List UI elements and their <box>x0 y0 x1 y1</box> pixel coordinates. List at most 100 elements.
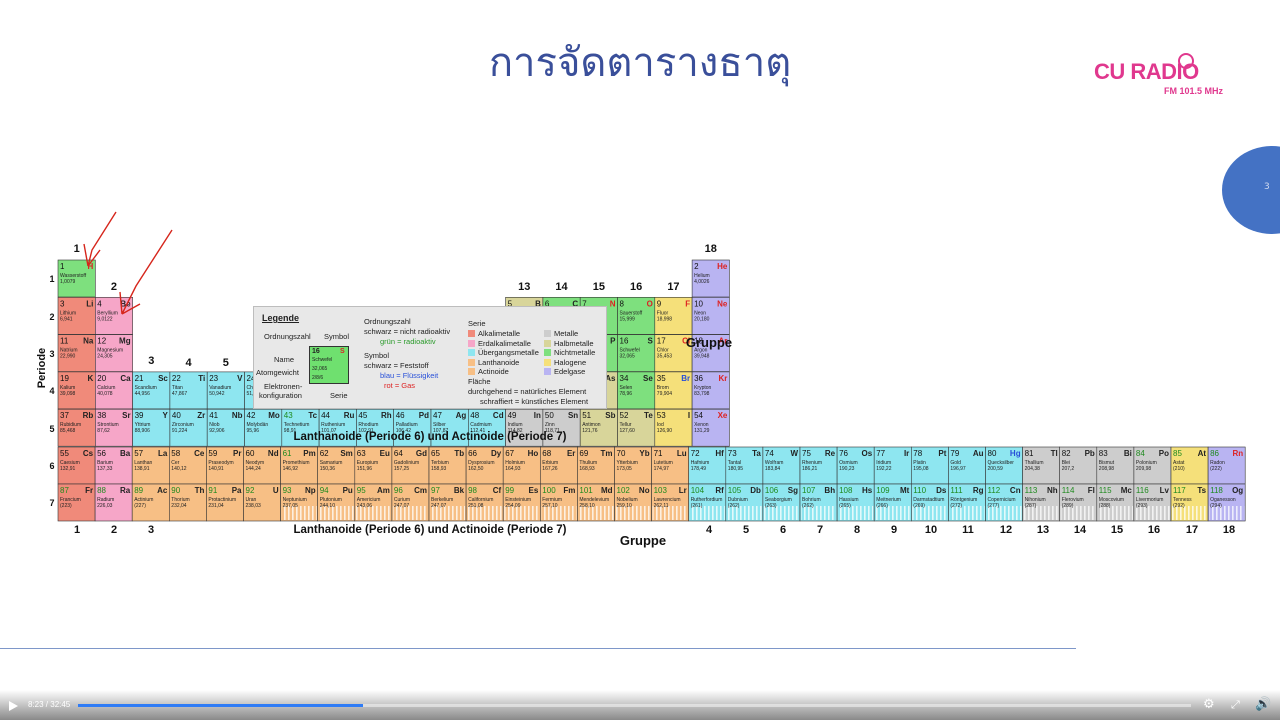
element-mass: 157,25 <box>394 466 410 472</box>
element-mass: 173,05 <box>617 466 633 472</box>
sample-mass: 32,065 <box>312 366 328 372</box>
element-mass: 20,180 <box>694 316 710 322</box>
group-number-top: 4 <box>185 357 192 369</box>
element-symbol: Ts <box>1197 486 1206 495</box>
element-number: 45 <box>358 411 367 420</box>
element-number: 21 <box>135 374 144 383</box>
element-number: 60 <box>246 449 255 458</box>
element-mass: (222) <box>1210 466 1222 472</box>
element-number: 52 <box>620 411 629 420</box>
element-symbol: Po <box>1159 449 1169 458</box>
element-mass: 146,92 <box>283 466 299 472</box>
group-number-bottom: 2 <box>111 524 117 536</box>
progress-bar[interactable] <box>78 704 1191 707</box>
element-symbol: Rg <box>973 486 984 495</box>
element-symbol: Tl <box>1051 449 1058 458</box>
element-mass: 168,93 <box>579 466 595 472</box>
element-number: 1 <box>60 262 65 271</box>
element-number: 39 <box>135 411 144 420</box>
legend-flaeche-heading: Fläche <box>468 377 491 386</box>
element-number: 83 <box>1099 449 1108 458</box>
element-mass: 126,90 <box>657 428 673 434</box>
element-symbol: Lv <box>1160 486 1170 495</box>
legend-series-label: Übergangsmetalle <box>478 348 539 357</box>
element-mass: 138,91 <box>134 466 150 472</box>
element-number: 95 <box>357 486 366 495</box>
element-symbol: Gd <box>416 449 427 458</box>
element-number: 12 <box>97 337 106 346</box>
element-symbol: Ru <box>344 411 355 420</box>
element-mass: 195,08 <box>913 466 929 472</box>
element-symbol: Eu <box>380 449 390 458</box>
fullscreen-icon[interactable]: ⤢ <box>1231 698 1240 712</box>
element-number: 80 <box>988 449 997 458</box>
legend-swatch <box>468 330 475 337</box>
element-mass: 35,453 <box>657 354 673 360</box>
group-number-bottom: 4 <box>706 524 713 536</box>
element-mass: 262,11 <box>654 503 669 509</box>
legend-series-item: Alkalimetalle <box>468 329 520 338</box>
element-symbol: Rf <box>715 486 724 495</box>
element-number: 44 <box>321 411 330 420</box>
group-number-bottom: 15 <box>1111 524 1123 536</box>
element-number: 94 <box>320 486 329 495</box>
period-number: 1 <box>49 274 54 284</box>
element-number: 73 <box>728 449 737 458</box>
element-symbol: Re <box>825 449 836 458</box>
element-number: 10 <box>694 299 703 308</box>
element-mass: 15,999 <box>620 316 636 322</box>
element-symbol: Ra <box>120 486 131 495</box>
group-number-bottom: 11 <box>962 524 974 536</box>
legend-series-item: Nichtmetalle <box>544 348 595 357</box>
element-symbol: At <box>1198 449 1207 458</box>
element-mass: (293) <box>1136 503 1148 509</box>
element-symbol: K <box>88 374 94 383</box>
element-number: 118 <box>1210 486 1223 495</box>
element-mass: 22,990 <box>60 354 76 360</box>
group-number-top: 16 <box>630 281 642 293</box>
element-symbol: Fr <box>85 486 93 495</box>
element-mass: (288) <box>1099 503 1111 509</box>
element-mass: 131,29 <box>694 428 710 434</box>
element-number: 38 <box>97 411 106 420</box>
element-mass: 209,98 <box>1136 466 1152 472</box>
element-number: 96 <box>394 486 403 495</box>
legend-flaeche-hatched: schraffiert = künstliches Element <box>480 397 589 406</box>
element-symbol: He <box>717 262 728 271</box>
play-icon[interactable] <box>9 701 18 711</box>
element-number: 105 <box>728 486 742 495</box>
element-number: 104 <box>691 486 705 495</box>
element-number: 49 <box>508 411 517 420</box>
element-symbol: Rb <box>83 411 94 420</box>
element-mass: 9,0122 <box>97 316 113 322</box>
volume-icon[interactable]: 🔊 <box>1255 698 1271 712</box>
element-mass: 24,305 <box>97 354 113 360</box>
element-symbol: Se <box>643 374 653 383</box>
gruppe-label-bottom: Gruppe <box>620 533 666 548</box>
element-number: 87 <box>60 486 69 495</box>
element-mass: 200,59 <box>988 466 1004 472</box>
element-symbol: Ho <box>528 449 539 458</box>
element-number: 113 <box>1025 486 1038 495</box>
legend-ordnungszahl-label: Ordnungszahl <box>264 332 311 341</box>
settings-icon[interactable]: ⚙ <box>1203 698 1215 712</box>
element-symbol: Nb <box>232 411 243 420</box>
element-symbol: Y <box>163 411 169 420</box>
element-number: 69 <box>579 449 588 458</box>
element-symbol: Ba <box>120 449 131 458</box>
element-mass: 158,93 <box>431 466 447 472</box>
legend-sym-red: rot = Gas <box>384 381 416 390</box>
element-symbol: Hg <box>1010 449 1021 458</box>
element-number: 8 <box>620 299 625 308</box>
element-symbol: Os <box>862 449 873 458</box>
legend-series-label: Halogene <box>554 357 587 367</box>
element-mass: 40,078 <box>97 391 113 397</box>
element-mass: 237,05 <box>283 503 299 509</box>
legend-konfiguration-label: konfiguration <box>259 391 302 400</box>
group-number-top: 1 <box>74 243 80 255</box>
element-number: 82 <box>1062 449 1071 458</box>
group-number-bottom: 13 <box>1037 524 1049 536</box>
element-symbol: Sg <box>788 486 798 495</box>
element-number: 57 <box>134 449 143 458</box>
element-mass: 247,07 <box>431 503 447 509</box>
